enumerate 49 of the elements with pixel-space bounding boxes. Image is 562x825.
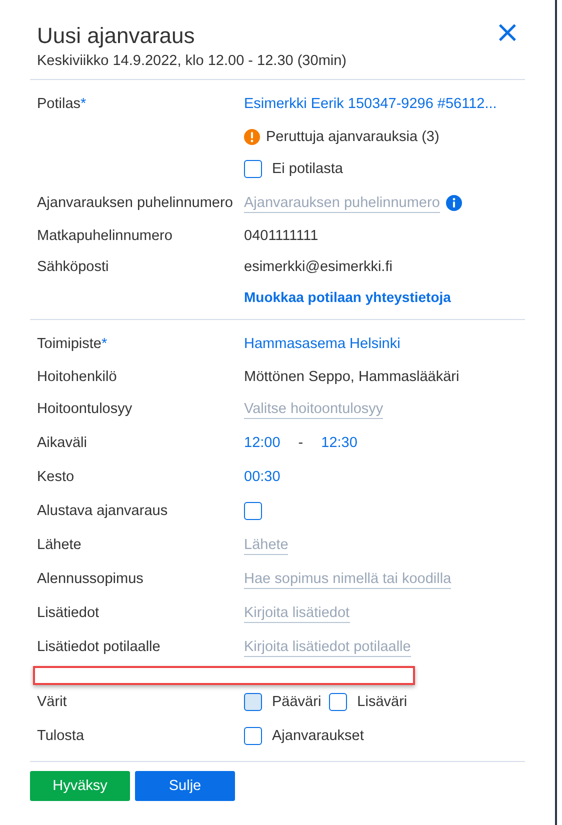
field-label: Sähköposti: [37, 258, 109, 274]
edit-link[interactable]: Muokkaa potilaan yhteystietoja: [244, 288, 451, 304]
input-field[interactable]: Ajanvarauksen puhelinnumero: [244, 194, 440, 212]
start-time[interactable]: 12:00: [244, 435, 280, 451]
input-field[interactable]: Valitse hoitoontulosyy: [244, 400, 384, 418]
time-separator: -: [298, 435, 304, 451]
checkbox[interactable]: [244, 727, 262, 745]
field-value: esimerkki@esimerkki.fi: [244, 258, 392, 274]
value-link[interactable]: Hammasasema Helsinki: [244, 336, 400, 352]
field-value: Möttönen Seppo, Hammaslääkäri: [244, 368, 460, 384]
checkbox-label: Ei potilasta: [272, 161, 343, 177]
field-label: Hoitohenkilö: [37, 368, 117, 384]
dialog-subtitle: Keskiviikko 14.9.2022, klo 12.00 - 12.30 (30min): [37, 52, 347, 71]
input-field[interactable]: Hae sopimus nimellä tai koodilla: [244, 570, 452, 588]
dialog-title: Uusi ajanvaraus: [37, 22, 196, 50]
field-label: Lisätiedot potilaalle: [37, 639, 160, 655]
accept-button[interactable]: Hyväksy: [30, 771, 130, 801]
field-label: Ajanvarauksen puhelinnumero: [37, 195, 233, 211]
field-value: 0401111111: [244, 228, 318, 244]
field-label: Matkapuhelinnumero: [37, 228, 172, 244]
warning-icon: [244, 128, 260, 144]
value-link[interactable]: Esimerkki Eerik 150347-9296 #56112...: [244, 96, 497, 112]
field-label: Kesto: [37, 469, 74, 485]
info-icon[interactable]: [446, 195, 462, 211]
input-field[interactable]: Kirjoita lisätiedot potilaalle: [244, 638, 411, 656]
warning-text: Peruttuja ajanvarauksia (3): [266, 128, 440, 144]
checkbox[interactable]: [244, 693, 262, 711]
field-label: Alustava ajanvaraus: [37, 503, 168, 519]
close-button[interactable]: Sulje: [135, 771, 235, 801]
field-label: Potilas*: [37, 96, 86, 112]
checkbox-label: Ajanvaraukset: [272, 728, 364, 744]
field-label: Värit: [37, 694, 67, 710]
field-label: Lähete: [37, 537, 82, 553]
field-label: Aikaväli: [37, 435, 87, 451]
checkbox-label: Pääväri: [272, 694, 322, 710]
checkbox[interactable]: [244, 160, 262, 178]
end-time[interactable]: 12:30: [321, 435, 358, 451]
checkbox[interactable]: [329, 693, 348, 711]
field-label: Toimipiste*: [37, 336, 108, 352]
checkbox-label: Lisäväri: [357, 694, 408, 710]
close-button[interactable]: ×: [494, 22, 520, 44]
input-field[interactable]: Lähete: [244, 536, 288, 554]
field-label: Lisätiedot: [37, 605, 100, 621]
field-label: Alennussopimus: [37, 571, 144, 587]
field-label: Tulosta: [37, 728, 84, 744]
checkbox[interactable]: [244, 502, 262, 520]
input-field[interactable]: Kirjoita lisätiedot: [244, 604, 350, 622]
field-label: Hoitoontulosyy: [37, 401, 132, 417]
value-link[interactable]: 00:30: [244, 469, 280, 485]
